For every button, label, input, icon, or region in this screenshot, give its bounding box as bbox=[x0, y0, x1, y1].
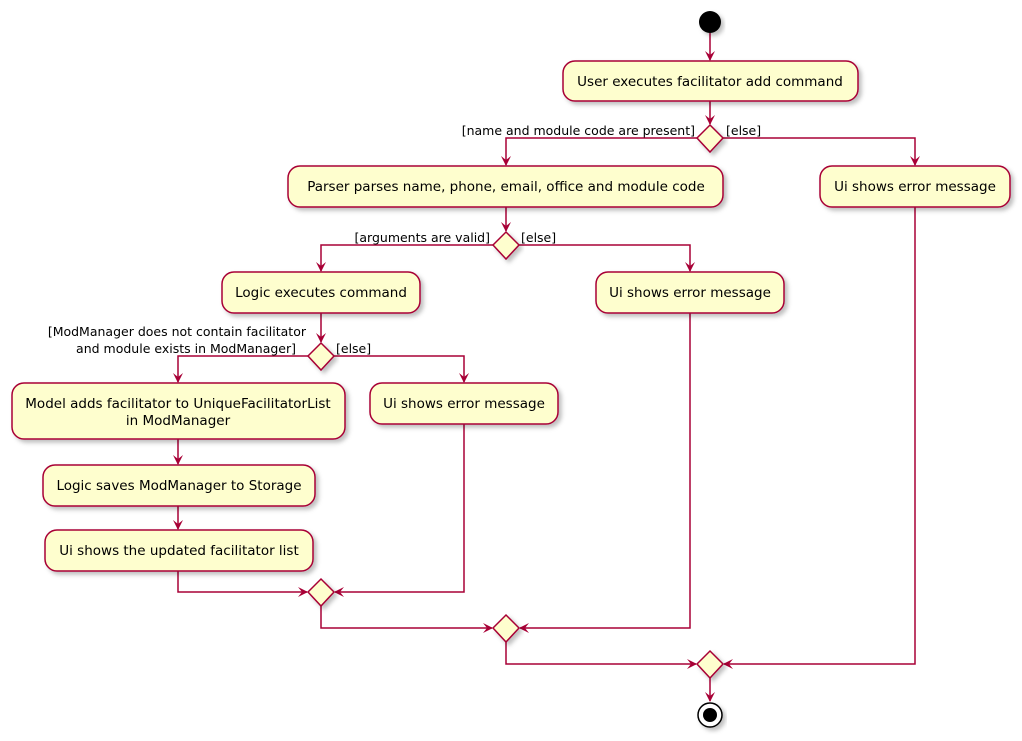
activity-ui-shows-list: Ui shows the updated facilitator list bbox=[44, 529, 314, 572]
edge bbox=[177, 571, 308, 597]
decision-3 bbox=[306, 341, 336, 372]
edge bbox=[173, 355, 308, 383]
edge bbox=[505, 641, 697, 669]
guard-label: [name and module code are present] bbox=[462, 123, 695, 138]
activity-label: in ModManager bbox=[126, 413, 231, 429]
activity-logic-executes: Logic executes command bbox=[221, 271, 421, 314]
edge bbox=[320, 605, 493, 633]
activity-label: Ui shows error message bbox=[834, 179, 996, 195]
activity-label: Model adds facilitator to UniqueFacilita… bbox=[25, 396, 330, 412]
activity-label: Ui shows the updated facilitator list bbox=[59, 543, 299, 559]
decision-1 bbox=[695, 123, 725, 154]
activity-diagram: User executes facilitator add command Pa… bbox=[11, 11, 1011, 728]
activity-parser-parses: Parser parses name, phone, email, office… bbox=[287, 165, 724, 208]
activity-error-1: Ui shows error message bbox=[819, 165, 1011, 208]
activity-label: Ui shows error message bbox=[609, 285, 771, 301]
merge-2 bbox=[491, 613, 521, 644]
guard-label: [ModManager does not contain facilitator bbox=[48, 324, 307, 339]
edge bbox=[519, 244, 695, 272]
merge-1 bbox=[306, 577, 336, 608]
decision-2 bbox=[491, 230, 521, 261]
edge bbox=[316, 244, 493, 272]
edge bbox=[723, 137, 920, 166]
end-node bbox=[697, 702, 723, 728]
activity-label: Ui shows error message bbox=[383, 396, 545, 412]
activity-error-3: Ui shows error message bbox=[369, 382, 559, 425]
activity-label: Parser parses name, phone, email, office… bbox=[307, 179, 705, 195]
edge bbox=[334, 355, 469, 383]
activity-logic-saves: Logic saves ModManager to Storage bbox=[42, 464, 316, 507]
start-node bbox=[699, 11, 721, 33]
activity-label: Logic saves ModManager to Storage bbox=[56, 478, 301, 494]
guard-label: [arguments are valid] bbox=[355, 230, 491, 245]
activity-user-executes: User executes facilitator add command bbox=[562, 60, 859, 102]
edge bbox=[334, 424, 465, 597]
activity-error-2: Ui shows error message bbox=[595, 271, 785, 314]
guard-label: [else] bbox=[521, 230, 556, 245]
activity-model-adds: Model adds facilitator to UniqueFacilita… bbox=[11, 382, 346, 440]
activity-label: Logic executes command bbox=[235, 285, 407, 301]
guard-label: [else] bbox=[336, 341, 371, 356]
guard-label: and module exists in ModManager] bbox=[76, 341, 296, 356]
edge bbox=[519, 313, 691, 633]
edge bbox=[501, 137, 697, 166]
activity-label: User executes facilitator add command bbox=[577, 74, 843, 90]
merge-3 bbox=[695, 649, 725, 680]
guard-label: [else] bbox=[726, 123, 761, 138]
